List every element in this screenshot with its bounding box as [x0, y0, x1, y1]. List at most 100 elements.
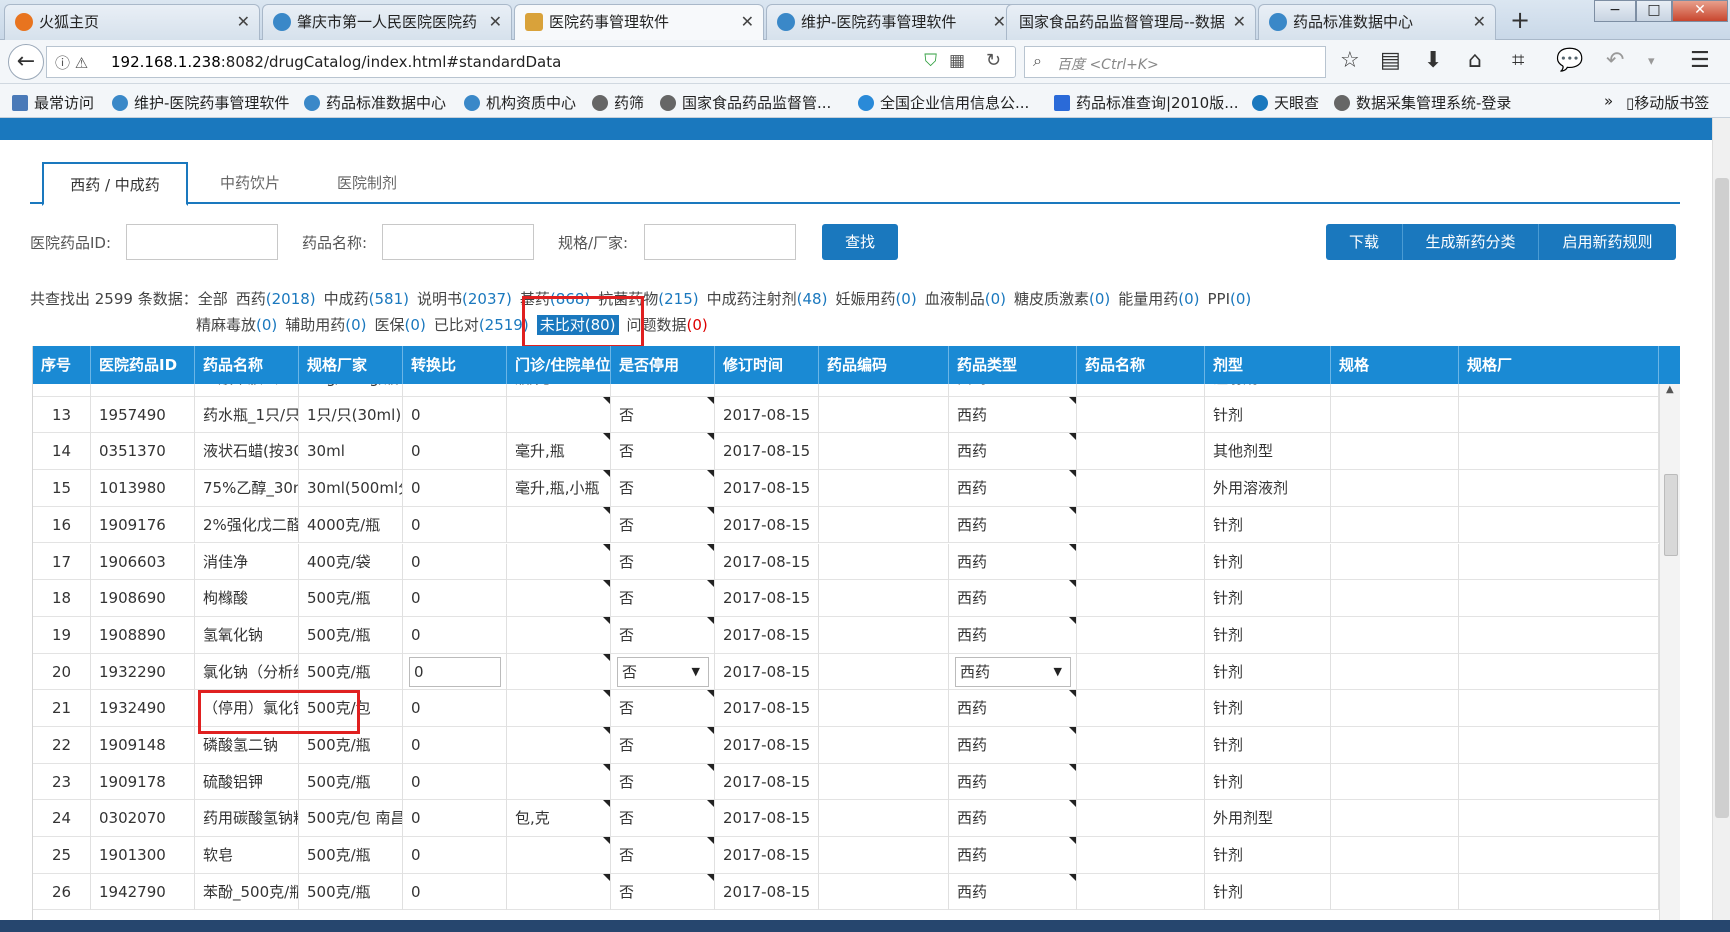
drug-type-select[interactable]: 西药 ▼	[955, 656, 1071, 687]
category-narcotics[interactable]: 精麻毒放(0)	[196, 316, 277, 334]
search-input[interactable]: ⌕ 百度 <Ctrl+K>	[1024, 46, 1326, 78]
col-drug-code-header[interactable]: 药品编码	[819, 346, 949, 384]
address-bar[interactable]: ⓘ ⚠ 192.168.1.238:8082/drugCatalog/index…	[46, 46, 1016, 78]
col-drug-name-header[interactable]: 药品名称	[195, 346, 299, 384]
col-form-header[interactable]: 剂型	[1205, 346, 1331, 384]
table-row[interactable]: 261942790苯酚_500克/瓶_500克/瓶0 否2017-08-15 西药 针…	[33, 873, 1659, 911]
category-insurance[interactable]: 医保(0)	[375, 316, 426, 334]
shield-icon[interactable]: ⛉	[924, 51, 937, 71]
generate-classification-button[interactable]: 生成新药分类	[1402, 224, 1538, 260]
category-blood-products[interactable]: 血液制品(0)	[925, 290, 1006, 308]
minimize-button[interactable]: −	[1594, 0, 1636, 22]
bookmark-item[interactable]: 药品标准查询|2010版...	[1054, 92, 1239, 113]
maximize-button[interactable]: □	[1636, 0, 1672, 22]
browser-tab[interactable]: 药品标准数据中心 ✕	[1258, 4, 1496, 40]
table-row[interactable]: 16 1909176 2%强化戊二醛(4000克/瓶 0 否 2017-08-15 西药 针剂	[33, 506, 1659, 544]
download-button[interactable]: 下载	[1326, 224, 1402, 260]
col-hospital-id-header[interactable]: 医院药品ID	[91, 346, 195, 384]
category-all[interactable]: 全部	[198, 290, 228, 308]
col-unit-header[interactable]: 门诊/住院单位	[507, 346, 611, 384]
bookmark-item[interactable]: 国家食品药品监督管...	[660, 92, 831, 113]
bookmark-item[interactable]: 数据采集管理系统-登录	[1334, 92, 1511, 113]
bookmark-item[interactable]: 药筛	[592, 92, 644, 113]
close-tab-icon[interactable]: ✕	[741, 5, 754, 39]
bookmarks-overflow-icon[interactable]: »	[1604, 92, 1613, 110]
table-scrollbar[interactable]: ▲	[1659, 384, 1680, 920]
enable-rules-button[interactable]: 启用新药规则	[1538, 224, 1676, 260]
scrollbar-thumb[interactable]	[1664, 474, 1678, 556]
undo-icon[interactable]: ↶	[1606, 48, 1624, 73]
info-icon[interactable]: ⓘ ⚠	[55, 52, 88, 73]
drug-name-input[interactable]	[382, 224, 534, 260]
category-western[interactable]: 西药(2018)	[236, 290, 316, 308]
category-ppi[interactable]: PPI(0)	[1208, 290, 1252, 308]
bookmark-item[interactable]: 全国企业信用信息公...	[858, 92, 1029, 113]
col-ratio-header[interactable]: 转换比	[403, 346, 507, 384]
category-instructions[interactable]: 说明书(2037)	[417, 290, 512, 308]
download-icon[interactable]: ⬇	[1424, 48, 1442, 73]
col-spec-header[interactable]: 规格厂家	[299, 346, 403, 384]
table-row[interactable]: 25 1901300 软皂 500克/瓶 0 否 2017-08-15 西药 针剂	[33, 837, 1659, 874]
reading-list-icon[interactable]: ▤	[1380, 48, 1401, 73]
bookmark-item[interactable]: 药品标准数据中心	[304, 92, 446, 113]
browser-tab[interactable]: 国家食品药品监督管理局--数据 ✕	[1006, 4, 1256, 40]
browser-tab-active[interactable]: 医院药事管理软件 ✕	[514, 4, 764, 41]
tab-hospital-preparations[interactable]: 医院制剂	[312, 162, 422, 204]
chat-icon[interactable]: 💬	[1556, 48, 1583, 73]
close-tab-icon[interactable]: ✕	[1473, 5, 1486, 39]
table-row[interactable]: 17 1906603 消佳净 400克/袋 0 否 2017-08-15 西药 针剂	[33, 543, 1659, 581]
qr-code-icon[interactable]: ▦	[949, 51, 965, 71]
col-std-name-header[interactable]: 药品名称	[1077, 346, 1205, 384]
stopped-select[interactable]: 否 ▼	[617, 656, 709, 687]
category-pregnancy[interactable]: 妊娠用药(0)	[835, 290, 916, 308]
col-index-header[interactable]: 序号	[33, 346, 91, 384]
table-row[interactable]: 15101398075%乙醇_30ml30ml(500ml分装0毫升,瓶,小瓶否…	[33, 470, 1659, 507]
browser-tab[interactable]: 维护-医院药事管理软件 ✕	[766, 4, 1016, 40]
bookmark-item[interactable]: 最常访问	[12, 92, 94, 113]
col-revised-header[interactable]: 修订时间	[715, 346, 819, 384]
browser-tab[interactable]: 火狐主页 ✕	[4, 4, 260, 40]
menu-icon[interactable]: ☰	[1690, 48, 1710, 73]
ratio-input[interactable]: 0	[409, 656, 501, 687]
star-icon[interactable]: ☆	[1340, 48, 1360, 73]
col-spec-maker-header[interactable]: 规格厂	[1459, 346, 1659, 384]
close-tab-icon[interactable]: ✕	[489, 5, 502, 39]
category-injection[interactable]: 中成药注射剂(48)	[707, 290, 828, 308]
table-row[interactable]: 20 1932290 氯化钠（分析纯 500克/瓶 0 否 ▼ 2017-08-15 西药 ▼ 针剂	[33, 653, 1659, 691]
table-row[interactable]: 18 1908690 枸橼酸 500克/瓶 0 否 2017-08-15 西药 针剂	[33, 580, 1659, 617]
col-drug-type-header[interactable]: 药品类型	[949, 346, 1077, 384]
spec-input[interactable]	[644, 224, 796, 260]
close-window-button[interactable]: ✕	[1672, 0, 1728, 22]
reload-icon[interactable]: ↻	[986, 50, 1001, 71]
scroll-up-icon[interactable]: ▲	[1666, 384, 1674, 395]
search-button[interactable]: 查找	[822, 224, 898, 260]
tab-herbal-pieces[interactable]: 中药饮片	[200, 162, 300, 204]
bookmark-item[interactable]: 天眼查	[1252, 92, 1319, 113]
home-icon[interactable]: ⌂	[1468, 48, 1482, 73]
back-button[interactable]: ←	[8, 44, 44, 80]
mobile-bookmarks[interactable]: ▯移动版书签	[1626, 92, 1709, 113]
browser-tab[interactable]: 肇庆市第一人民医院医院药 ✕	[262, 4, 512, 40]
table-row[interactable]: 23 1909178 硫酸铝钾 500克/瓶 0 否 2017-08-15 西药 针剂	[33, 763, 1659, 801]
scrollbar-thumb[interactable]	[1715, 178, 1729, 818]
col-standard-spec-header[interactable]: 规格	[1331, 346, 1459, 384]
category-auxiliary[interactable]: 辅助用药(0)	[285, 316, 366, 334]
category-chinese-patent[interactable]: 中成药(581)	[324, 290, 409, 308]
tab-western-medicine[interactable]: 西药 / 中成药	[42, 162, 188, 206]
col-stopped-header[interactable]: 是否停用	[611, 346, 715, 384]
bookmark-item[interactable]: 维护-医院药事管理软件	[112, 92, 289, 113]
table-row[interactable]: 131957490药水瓶_1只/只(31只/只(30ml) 常0 否2017-08…	[33, 396, 1659, 434]
new-tab-button[interactable]: +	[1510, 6, 1530, 34]
close-tab-icon[interactable]: ✕	[1233, 5, 1246, 39]
close-tab-icon[interactable]: ✕	[237, 5, 250, 39]
chevron-down-icon[interactable]: ▾	[1648, 54, 1655, 69]
table-row-partial[interactable]: 121909901盐酸甲胺（1.0g25g/500g/瓶 瓶/克 2017-08-1…	[33, 384, 1659, 397]
category-energy[interactable]: 能量用药(0)	[1118, 290, 1199, 308]
category-matched[interactable]: 已比对(2519)	[434, 316, 529, 334]
category-glucocorticoid[interactable]: 糖皮质激素(0)	[1014, 290, 1110, 308]
table-row[interactable]: 140351370液状石蜡(按30ml30ml0毫升,瓶否2017-08-15 西…	[33, 433, 1659, 471]
hospital-id-input[interactable]	[126, 224, 278, 260]
close-tab-icon[interactable]: ✕	[993, 5, 1006, 39]
bookmark-item[interactable]: 机构资质中心	[464, 92, 576, 113]
screenshot-icon[interactable]: ⌗	[1512, 48, 1524, 73]
